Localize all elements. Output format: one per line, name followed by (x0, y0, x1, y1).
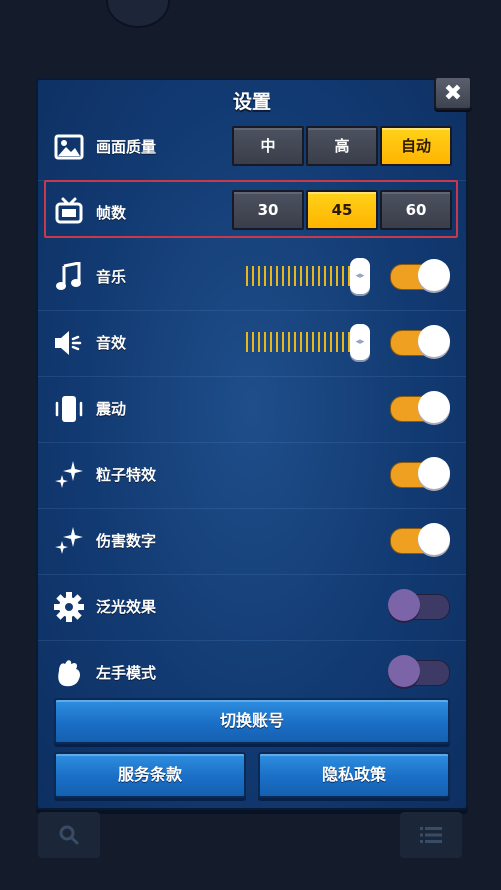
label-music: 音乐 (96, 268, 127, 286)
row-left-hand-mode: 左手模式 (38, 640, 466, 706)
slider-handle[interactable]: ◂▸ (350, 324, 370, 360)
privacy-policy-button[interactable]: 隐私政策 (258, 752, 450, 798)
sparkle-icon (52, 524, 86, 558)
hand-icon (52, 656, 86, 690)
damage-numbers-toggle[interactable] (390, 523, 450, 555)
music-note-icon (52, 260, 86, 294)
row-music: 音乐 ◂▸ (38, 244, 466, 311)
vibration-toggle[interactable] (390, 391, 450, 423)
row-graphics-quality: 画面质量 中 高 自动 (38, 114, 466, 181)
speaker-icon (52, 326, 86, 360)
left-hand-toggle[interactable] (388, 655, 450, 687)
phone-vibrate-icon (52, 392, 86, 426)
terms-of-service-button[interactable]: 服务条款 (54, 752, 246, 798)
fps-option-30[interactable]: 30 (232, 190, 304, 230)
row-vibration: 震动 (38, 376, 466, 443)
switch-account-button[interactable]: 切换账号 (54, 698, 450, 744)
bloom-toggle[interactable] (388, 589, 450, 621)
fps-option-60[interactable]: 60 (380, 190, 452, 230)
avatar (106, 0, 170, 28)
row-bloom: 泛光效果 (38, 574, 466, 641)
gear-icon (52, 590, 86, 624)
image-icon (52, 130, 86, 164)
slider-handle[interactable]: ◂▸ (350, 258, 370, 294)
row-frame-rate: 帧数 30 45 60 (38, 180, 466, 246)
quality-option-medium[interactable]: 中 (232, 126, 304, 166)
slider-track (246, 266, 350, 286)
close-icon: ✖ (443, 80, 463, 106)
row-sound-effects: 音效 ◂▸ (38, 310, 466, 377)
label-particle-effects: 粒子特效 (96, 466, 157, 484)
label-damage-numbers: 伤害数字 (96, 532, 157, 550)
tv-icon (52, 194, 86, 228)
search-icon (59, 825, 79, 845)
settings-panel: 设置 ✖ 画面质量 中 高 自动 帧数 30 45 60 音乐 ◂▸ 音效 ◂▸… (36, 76, 472, 810)
quality-option-high[interactable]: 高 (306, 126, 378, 166)
list-icon (420, 827, 442, 843)
label-graphics-quality: 画面质量 (96, 138, 157, 156)
label-sound-effects: 音效 (96, 334, 127, 352)
close-button[interactable]: ✖ (434, 76, 472, 110)
music-toggle[interactable] (390, 259, 450, 291)
quality-option-auto[interactable]: 自动 (380, 126, 452, 166)
fps-option-45[interactable]: 45 (306, 190, 378, 230)
list-button[interactable] (400, 812, 462, 858)
label-frame-rate: 帧数 (96, 204, 127, 222)
row-particle-effects: 粒子特效 (38, 442, 466, 509)
particles-toggle[interactable] (390, 457, 450, 489)
label-vibration: 震动 (96, 400, 127, 418)
label-bloom: 泛光效果 (96, 598, 157, 616)
slider-track (246, 332, 350, 352)
label-left-hand-mode: 左手模式 (96, 664, 157, 682)
search-button[interactable] (38, 812, 100, 858)
sfx-volume-slider[interactable]: ◂▸ (246, 324, 370, 360)
sparkle-icon (52, 458, 86, 492)
music-volume-slider[interactable]: ◂▸ (246, 258, 370, 294)
row-damage-numbers: 伤害数字 (38, 508, 466, 575)
sfx-toggle[interactable] (390, 325, 450, 357)
